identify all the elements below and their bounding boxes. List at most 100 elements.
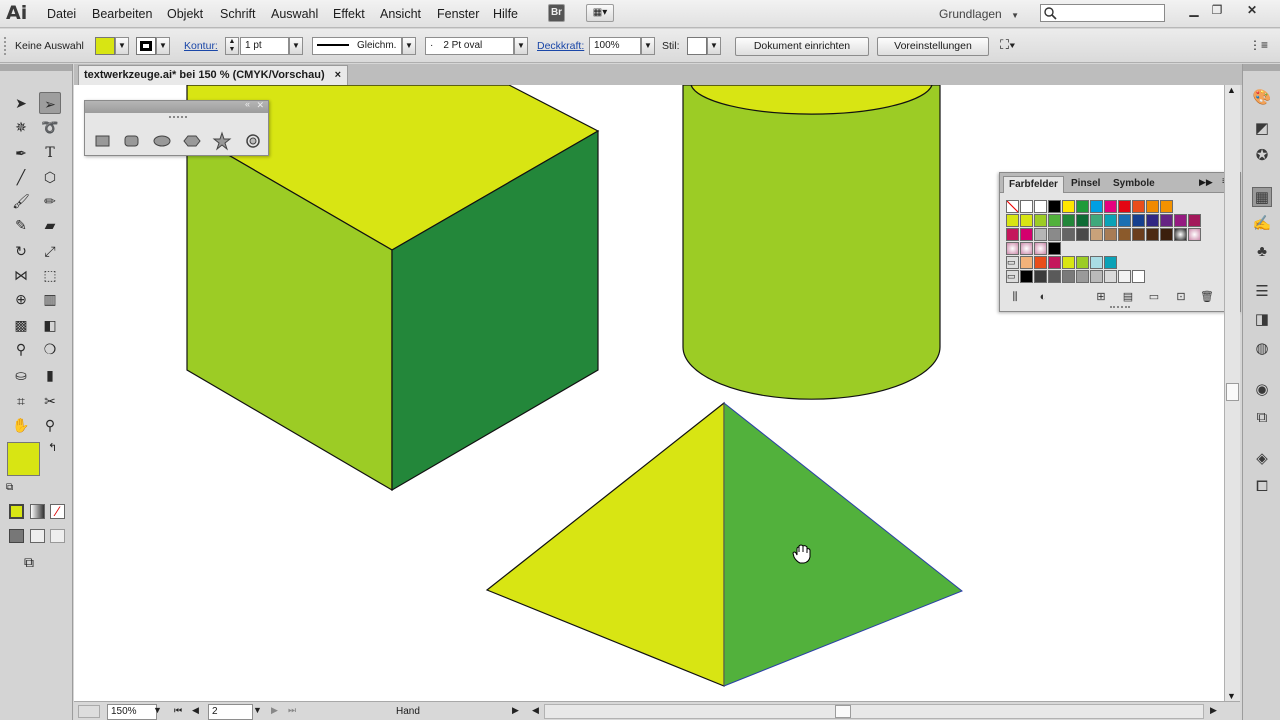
stroke-weight-dropdown[interactable]: ▼ [289,37,303,55]
opacity-field[interactable]: 100% [589,37,641,55]
graphic-style-dropdown[interactable]: ▼ [707,37,721,55]
color-swatch[interactable] [1048,214,1061,227]
stroke-dropdown[interactable]: ▼ [156,37,170,55]
rectangle-tool-icon[interactable] [93,131,113,151]
vertical-scrollbar[interactable]: ▲ ▼ [1224,85,1240,701]
stroke-weight-field[interactable]: 1 pt [240,37,289,55]
opacity-label[interactable]: Deckkraft: [537,40,584,52]
color-swatch[interactable] [1062,270,1075,283]
color-mode-icon[interactable] [9,504,24,519]
artboard-tool-icon[interactable]: ⌗ [10,390,32,412]
color-swatch[interactable] [1006,200,1019,213]
stroke-weight-stepper[interactable]: ▲ ▼ [225,37,239,55]
type-tool-icon[interactable]: T [39,142,61,164]
help-search-input[interactable] [1040,4,1165,22]
selection-tool-icon[interactable]: ➤ [10,92,32,114]
polygon-shape-tool-icon[interactable] [182,131,202,151]
default-colors-icon[interactable]: ⧉ [6,482,13,493]
symbol-sprayer-tool-icon[interactable]: ⛀ [10,364,32,386]
close-panel-icon[interactable]: ✕ [256,100,264,111]
brushes-dock-icon[interactable]: ✍ [1252,214,1272,234]
scroll-down-arrow-icon[interactable]: ▼ [1227,691,1236,701]
slice-tool-icon[interactable]: ✂ [39,390,61,412]
width-tool-icon[interactable]: ⋈ [10,264,32,286]
color-swatch[interactable] [1146,228,1159,241]
color-swatch[interactable] [1188,214,1201,227]
show-swatch-kinds-icon[interactable]: ◐ [1036,290,1050,304]
tab-symbole[interactable]: Symbole [1108,176,1160,193]
flare-tool-icon[interactable] [242,131,262,151]
stroke-label[interactable]: Kontur: [184,40,218,52]
symbols-dock-icon[interactable]: ♣ [1252,242,1272,262]
fill-color-swatch[interactable] [95,37,115,55]
horizontal-scrollbar[interactable] [544,704,1204,719]
color-swatch[interactable] [1118,228,1131,241]
column-graph-tool-icon[interactable]: ▮ [39,364,61,386]
color-swatch[interactable] [1104,228,1117,241]
color-swatch[interactable] [1076,228,1089,241]
menu-ansicht[interactable]: Ansicht [380,7,421,21]
color-swatch[interactable] [1090,256,1103,269]
arrange-documents-button[interactable]: ▦▾ [586,4,614,22]
swatch-libraries-icon[interactable]: ⫼ [1008,290,1022,304]
color-swatch[interactable] [1104,256,1117,269]
rotate-tool-icon[interactable]: ↻ [10,240,32,262]
document-setup-button[interactable]: Dokument einrichten [735,37,869,56]
color-swatch[interactable] [1062,200,1075,213]
opacity-dropdown[interactable]: ▼ [641,37,655,55]
color-group-folder-icon[interactable]: ▭ [1006,270,1019,283]
blob-brush-tool-icon[interactable]: ✎ [10,214,32,236]
hand-tool-icon[interactable]: ✋ [10,414,32,436]
previous-artboard-icon[interactable]: ◀ [192,705,199,716]
swap-colors-icon[interactable]: ↰ [48,441,57,454]
swatches-dock-icon[interactable]: ▦ [1252,187,1272,207]
pen-tool-icon[interactable]: ✒ [10,142,32,164]
stroke-color-swatch[interactable] [136,37,156,55]
color-swatch[interactable] [1034,200,1047,213]
color-swatch[interactable] [1062,214,1075,227]
color-swatch[interactable] [1090,228,1103,241]
appearance-dock-icon[interactable]: ◉ [1252,380,1272,400]
pyramid-right-face[interactable] [723,401,963,687]
color-swatch[interactable] [1020,256,1033,269]
paintbrush-tool-icon[interactable]: 🖌 [10,190,32,212]
kuler-icon[interactable]: ✪ [1252,146,1272,166]
color-swatch[interactable] [1090,214,1103,227]
stroke-dock-icon[interactable]: ☰ [1252,282,1272,302]
panel-menu-icon[interactable]: ⋮≡ [1249,38,1268,52]
new-swatch-icon[interactable]: ⊡ [1174,290,1188,304]
menu-bearbeiten[interactable]: Bearbeiten [92,7,152,21]
scale-tool-icon[interactable]: ⤢ [39,240,61,262]
stroke-profile-dropdown[interactable]: ▼ [402,37,416,55]
first-artboard-icon[interactable]: ⏮ [174,705,182,716]
workspace-switcher[interactable]: Grundlagen ▼ [939,7,1019,21]
color-swatch[interactable] [1034,270,1047,283]
color-swatch[interactable] [1062,256,1075,269]
color-swatch[interactable] [1118,270,1131,283]
scroll-up-arrow-icon[interactable]: ▲ [1227,85,1236,95]
layers-dock-icon[interactable]: ◈ [1252,449,1272,469]
gradient-tool-icon[interactable]: ◧ [39,314,61,336]
color-swatch[interactable] [1090,270,1103,283]
color-swatch[interactable] [1132,214,1145,227]
color-swatch[interactable] [1118,200,1131,213]
color-swatch[interactable] [1076,256,1089,269]
none-mode-icon[interactable]: ⁄ [50,504,65,519]
color-swatch[interactable] [1034,214,1047,227]
menu-auswahl[interactable]: Auswahl [271,7,318,21]
direct-selection-tool-icon[interactable]: ➢ [39,92,61,114]
tab-pinsel[interactable]: Pinsel [1066,176,1105,193]
draw-normal-icon[interactable] [9,529,24,543]
artboards-dock-icon[interactable]: ⧠ [1252,477,1272,497]
fill-dropdown[interactable]: ▼ [115,37,129,55]
preferences-button[interactable]: Voreinstellungen [877,37,989,56]
color-swatch[interactable] [1020,242,1033,255]
rounded-rectangle-tool-icon[interactable] [122,131,142,151]
color-swatch[interactable] [1090,200,1103,213]
pencil-tool-icon[interactable]: ✏ [39,190,61,212]
color-swatch[interactable] [1006,242,1019,255]
color-panel-icon[interactable]: 🎨 [1252,88,1272,108]
color-swatch[interactable] [1132,270,1145,283]
perspective-grid-tool-icon[interactable]: ▥ [39,288,61,310]
color-swatch[interactable] [1048,228,1061,241]
